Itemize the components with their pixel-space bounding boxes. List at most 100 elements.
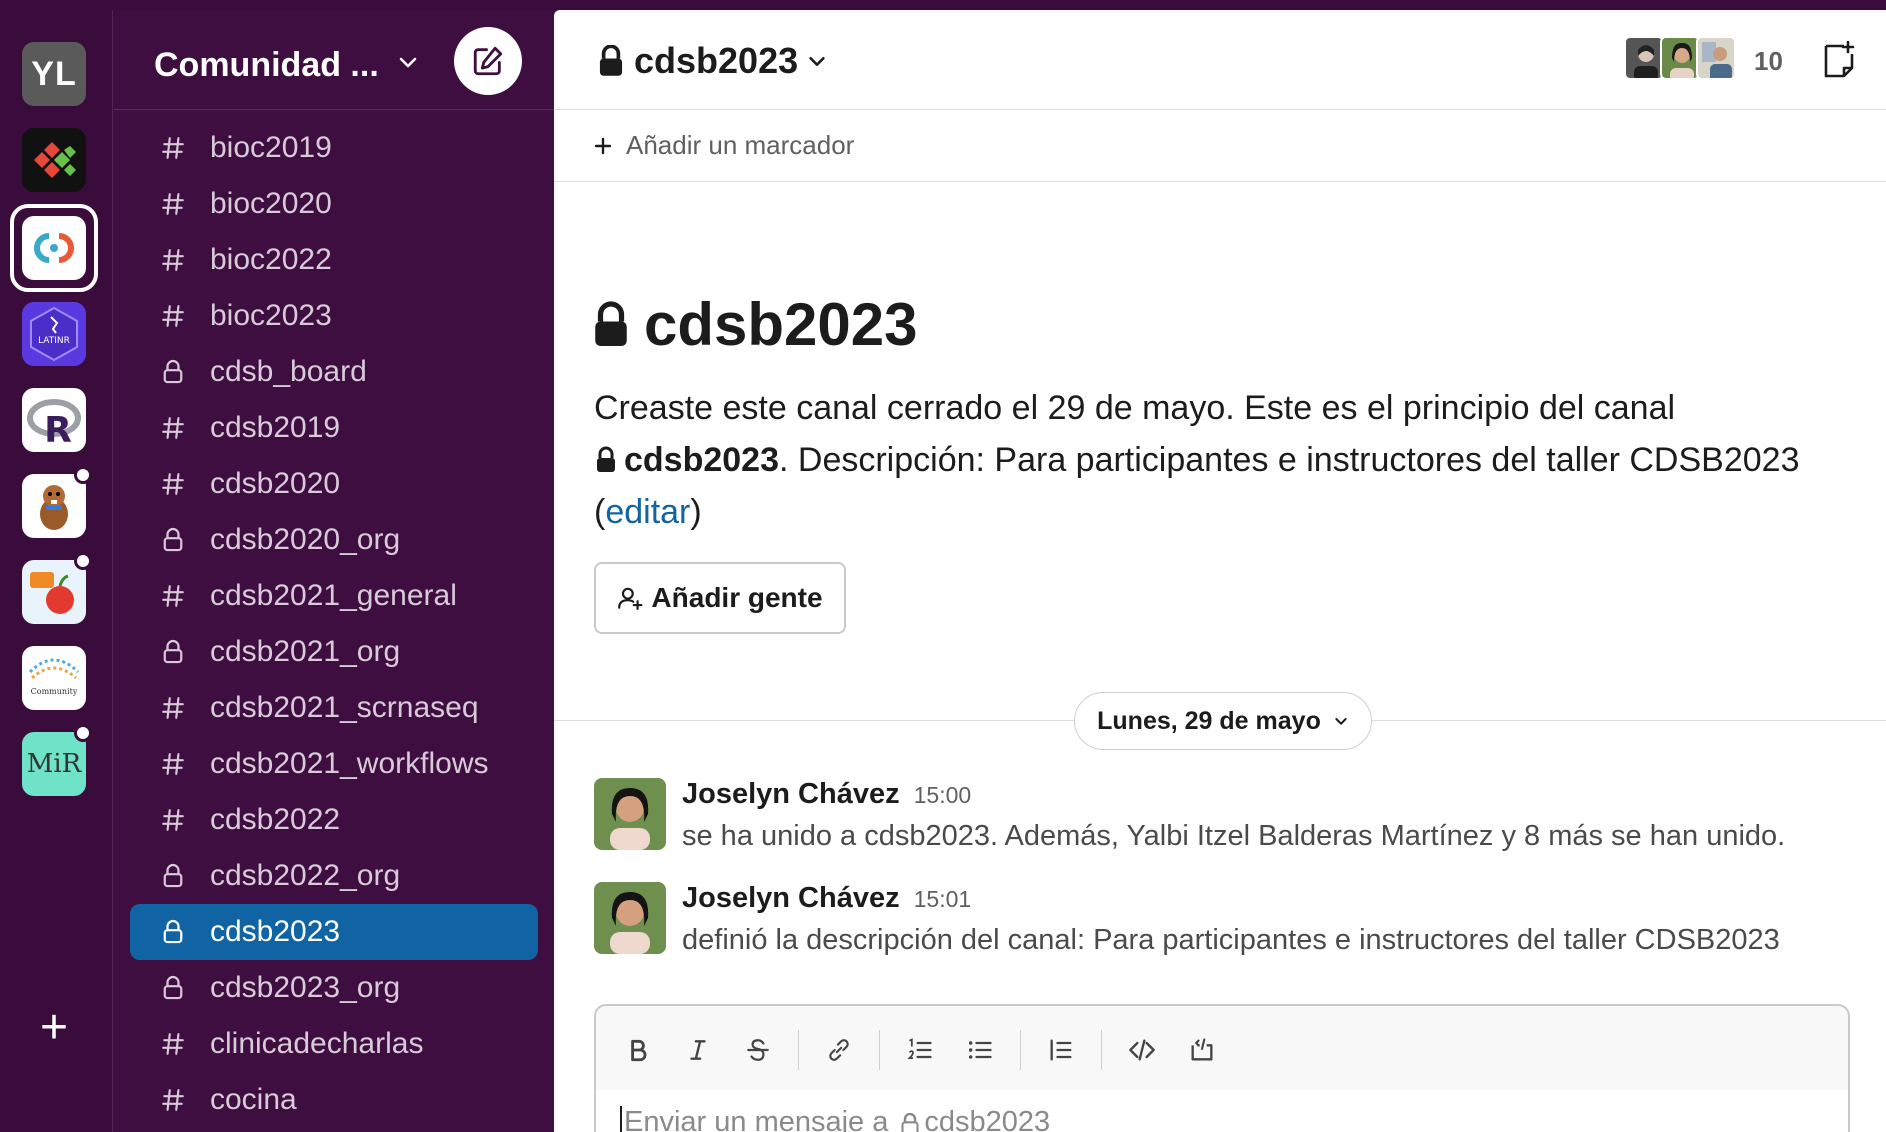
sidebar-item-cdsb2020[interactable]: cdsb2020 xyxy=(130,456,538,512)
workspace-header: Comunidad ... xyxy=(114,10,554,110)
add-person-icon xyxy=(618,587,643,610)
sidebar-item-cdsb2021-org[interactable]: cdsb2021_org xyxy=(130,624,538,680)
lock-icon xyxy=(158,861,188,891)
ordered-list-button[interactable] xyxy=(894,1024,946,1076)
sidebar-item-label: bioc2022 xyxy=(210,243,332,276)
strikethrough-button[interactable] xyxy=(732,1024,784,1076)
date-divider-button[interactable]: Lunes, 29 de mayo xyxy=(1074,692,1372,750)
workspace-mir[interactable]: MiR xyxy=(22,732,86,796)
link-button[interactable] xyxy=(813,1024,865,1076)
channel-intro-title: cdsb2023 xyxy=(590,290,918,359)
hash-icon xyxy=(158,1085,188,1115)
workspace-cdsb[interactable] xyxy=(22,216,86,280)
add-people-label: Añadir gente xyxy=(651,582,823,613)
workspace-yl[interactable]: YL xyxy=(22,42,86,106)
sidebar-item-cdsb2022[interactable]: cdsb2022 xyxy=(130,792,538,848)
workspace-name[interactable]: Comunidad ... xyxy=(154,46,379,85)
sidebar-item-label: cdsb2023 xyxy=(210,915,341,948)
sidebar-item-label: cdsb2019 xyxy=(210,411,341,444)
svg-text:R: R xyxy=(44,410,72,448)
link-icon xyxy=(829,1039,849,1061)
unread-dot-mir xyxy=(74,724,92,742)
workspace-apple[interactable] xyxy=(22,560,86,624)
sidebar-item-label: cdsb2022_org xyxy=(210,859,401,892)
message-timestamp[interactable]: 15:01 xyxy=(914,886,972,913)
sidebar-item-cdsb-board[interactable]: cdsb_board xyxy=(130,344,538,400)
ordered-list-icon xyxy=(907,1038,932,1060)
hash-icon xyxy=(158,805,188,835)
new-message-button[interactable] xyxy=(454,27,522,95)
sidebar-item-cdsb2023-org[interactable]: cdsb2023_org xyxy=(130,960,538,1016)
sidebar-item-clinicadecharlas[interactable]: clinicadecharlas xyxy=(130,1016,538,1072)
hash-icon xyxy=(158,1029,188,1059)
edit-paren-open: ( xyxy=(594,493,606,531)
bold-button[interactable] xyxy=(612,1024,664,1076)
message-author[interactable]: Joselyn Chávez xyxy=(682,882,900,915)
strikethrough-icon xyxy=(747,1039,769,1061)
chevron-down-icon xyxy=(809,56,825,66)
message-composer: Enviar un mensaje a cdsb2023 xyxy=(594,1004,1850,1132)
bookmark-bar: Añadir un marcador xyxy=(554,110,1886,182)
sidebar-item-cdsb2021-workflows[interactable]: cdsb2021_workflows xyxy=(130,736,538,792)
code-block-button[interactable] xyxy=(1176,1024,1228,1076)
avatar[interactable] xyxy=(594,882,666,954)
sidebar-item-cdsb2020-org[interactable]: cdsb2020_org xyxy=(130,512,538,568)
community-label: Community xyxy=(31,687,78,696)
hash-icon xyxy=(158,133,188,163)
lock-icon xyxy=(158,973,188,1003)
chevron-down-icon[interactable] xyxy=(396,50,420,74)
add-people-button[interactable]: Añadir gente xyxy=(594,562,846,634)
sidebar-item-bioc2022[interactable]: bioc2022 xyxy=(130,232,538,288)
workspace-latinr[interactable]: LATINR xyxy=(22,302,86,366)
sidebar-item-cdsb2023[interactable]: cdsb2023 xyxy=(130,904,538,960)
add-bookmark-button[interactable]: Añadir un marcador xyxy=(594,130,854,161)
bioconductor-logo-icon xyxy=(34,142,76,178)
sidebar-item-bioc2019[interactable]: bioc2019 xyxy=(130,120,538,176)
text-cursor xyxy=(620,1106,622,1132)
edit-description-link[interactable]: editar xyxy=(605,493,690,531)
add-workspace-button[interactable]: + xyxy=(22,995,86,1059)
sidebar-item-cdsb2022-org[interactable]: cdsb2022_org xyxy=(130,848,538,904)
sidebar-item-bioc2020[interactable]: bioc2020 xyxy=(130,176,538,232)
channel-title-button[interactable]: cdsb2023 xyxy=(596,40,828,82)
hash-icon xyxy=(158,245,188,275)
sidebar-item-label: cdsb2022 xyxy=(210,803,341,836)
workspace-ropensci[interactable] xyxy=(22,474,86,538)
apple-icon xyxy=(30,572,74,614)
sidebar-item-label: bioc2020 xyxy=(210,187,332,220)
message-input[interactable]: Enviar un mensaje a cdsb2023 xyxy=(596,1090,1848,1132)
bulleted-list-button[interactable] xyxy=(954,1024,1006,1076)
formatting-toolbar xyxy=(608,1018,1232,1082)
code-block-icon xyxy=(1191,1038,1213,1061)
message-author[interactable]: Joselyn Chávez xyxy=(682,778,900,811)
sidebar-item-cdsb2021-scrnaseq[interactable]: cdsb2021_scrnaseq xyxy=(130,680,538,736)
sidebar-item-cocina[interactable]: cocina xyxy=(130,1072,538,1128)
canvas-icon[interactable] xyxy=(1818,38,1860,80)
message[interactable]: Joselyn Chávez 15:01 definió la descripc… xyxy=(594,882,1854,972)
sidebar-item-cdsb2019[interactable]: cdsb2019 xyxy=(130,400,538,456)
message[interactable]: Joselyn Chávez 15:00 se ha unido a cdsb2… xyxy=(594,778,1854,868)
avatar[interactable] xyxy=(594,778,666,850)
channel-intro-description: Creaste este canal cerrado el 29 de mayo… xyxy=(594,382,1854,538)
sidebar-item-cdsb2021-general[interactable]: cdsb2021_general xyxy=(130,568,538,624)
code-button[interactable] xyxy=(1116,1024,1168,1076)
blockquote-button[interactable] xyxy=(1035,1024,1087,1076)
italic-button[interactable] xyxy=(672,1024,724,1076)
toolbar-divider xyxy=(1101,1030,1102,1070)
workspace-bioconductor[interactable] xyxy=(22,128,86,192)
unread-dot-ropensci xyxy=(74,466,92,484)
lock-icon xyxy=(158,917,188,947)
mir-label: MiR xyxy=(26,749,82,779)
sidebar-item-bioc2023[interactable]: bioc2023 xyxy=(130,288,538,344)
hash-icon xyxy=(158,469,188,499)
chevron-down-icon xyxy=(1335,718,1347,725)
message-timestamp[interactable]: 15:00 xyxy=(914,782,972,809)
hash-icon xyxy=(158,693,188,723)
member-avatars[interactable] xyxy=(1624,36,1736,80)
member-count[interactable]: 10 xyxy=(1754,46,1783,77)
lock-icon xyxy=(158,525,188,555)
workspace-community[interactable]: Community xyxy=(22,646,86,710)
code-icon xyxy=(1129,1039,1155,1061)
workspace-r[interactable]: R xyxy=(22,388,86,452)
intro-channel-mention[interactable]: cdsb2023 xyxy=(624,441,779,479)
